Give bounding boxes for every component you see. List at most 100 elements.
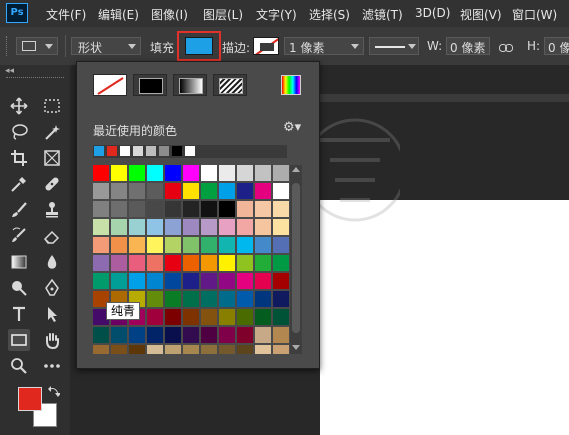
menu-3d[interactable]: 3D(D) [415,6,450,20]
color-swatch[interactable] [237,291,253,307]
gradient-tool-icon[interactable] [8,251,30,273]
color-swatch[interactable] [273,255,289,271]
color-swatch[interactable] [273,219,289,235]
color-swatch[interactable] [129,327,145,343]
color-swatch[interactable] [273,327,289,343]
color-swatch[interactable] [183,291,199,307]
color-swatch[interactable] [165,201,181,217]
recent-color-swatch[interactable] [159,146,169,156]
color-swatch[interactable] [219,183,235,199]
color-swatch[interactable] [219,327,235,343]
menu-layer[interactable]: 图层(L) [203,6,243,23]
color-swatch[interactable] [201,345,217,354]
color-swatch[interactable] [183,201,199,217]
color-swatch[interactable] [129,183,145,199]
color-swatch[interactable] [147,309,163,325]
color-swatch[interactable] [219,309,235,325]
fill-color-swatch[interactable] [185,37,213,55]
dodge-tool-icon[interactable] [8,277,30,299]
zoom-tool-icon[interactable] [8,355,30,377]
recent-color-swatch[interactable] [146,146,156,156]
color-swatch[interactable] [183,345,199,354]
color-swatch[interactable] [147,165,163,181]
hand-tool-icon[interactable] [41,329,63,351]
color-swatch[interactable] [273,309,289,325]
clone-stamp-tool-icon[interactable] [41,199,63,221]
color-swatch[interactable] [255,183,271,199]
color-swatch[interactable] [93,219,109,235]
color-swatch[interactable] [273,345,289,354]
height-input[interactable]: 0 像素 [544,37,569,55]
color-swatch[interactable] [165,309,181,325]
color-swatch[interactable] [111,165,127,181]
pattern-button[interactable] [213,74,247,96]
scroll-up-icon[interactable] [292,167,300,172]
color-swatch[interactable] [111,219,127,235]
color-swatch[interactable] [165,291,181,307]
color-swatch[interactable] [93,237,109,253]
swatch-scrollbar[interactable] [290,165,302,354]
color-swatch[interactable] [147,291,163,307]
shape-mode-select[interactable]: 形状 [71,37,141,55]
color-swatch[interactable] [183,165,199,181]
color-swatch[interactable] [219,237,235,253]
color-swatch[interactable] [183,237,199,253]
more-tools-icon[interactable] [41,355,63,377]
scroll-thumb[interactable] [292,183,300,333]
width-input[interactable]: 0 像素 [446,37,490,55]
color-swatch[interactable] [129,165,145,181]
color-swatch[interactable] [147,273,163,289]
color-swatch[interactable] [93,345,109,354]
color-swatch[interactable] [165,255,181,271]
color-swatch[interactable] [255,219,271,235]
color-swatch[interactable] [237,219,253,235]
menu-view[interactable]: 视图(V) [460,6,502,23]
color-swatch[interactable] [201,309,217,325]
color-swatch[interactable] [201,183,217,199]
color-swatch[interactable] [201,219,217,235]
color-swatch[interactable] [165,165,181,181]
color-swatch[interactable] [237,255,253,271]
color-swatch[interactable] [201,165,217,181]
color-swatch[interactable] [165,237,181,253]
color-swatch[interactable] [273,291,289,307]
color-swatch[interactable] [111,237,127,253]
color-swatch[interactable] [111,327,127,343]
stroke-type-select[interactable] [369,37,419,55]
menu-edit[interactable]: 编辑(E) [98,6,139,23]
color-swatch[interactable] [93,183,109,199]
color-swatch[interactable] [219,291,235,307]
color-swatch[interactable] [219,201,235,217]
color-swatch[interactable] [147,201,163,217]
color-swatch[interactable] [255,255,271,271]
stroke-width-select[interactable]: 1 像素 [284,37,364,55]
brush-tool-icon[interactable] [8,199,30,221]
recent-color-swatch[interactable] [172,146,182,156]
color-swatch[interactable] [237,309,253,325]
color-swatch[interactable] [255,237,271,253]
gradient-button[interactable] [173,74,207,96]
color-swatch[interactable] [201,273,217,289]
recent-color-swatch[interactable] [133,146,143,156]
color-swatch[interactable] [201,201,217,217]
color-swatch[interactable] [237,183,253,199]
menu-type[interactable]: 文字(Y) [256,6,297,23]
eyedropper-tool-icon[interactable] [8,173,30,195]
swap-colors-icon[interactable] [48,385,61,400]
color-swatch[interactable] [147,255,163,271]
color-swatch[interactable] [273,201,289,217]
color-swatch[interactable] [129,237,145,253]
color-swatch[interactable] [183,327,199,343]
color-swatch[interactable] [129,201,145,217]
scroll-down-icon[interactable] [292,345,300,350]
color-swatch[interactable] [93,273,109,289]
color-swatch[interactable] [183,255,199,271]
rectangle-tool-icon[interactable] [8,329,30,351]
menu-select[interactable]: 选择(S) [309,6,350,23]
color-swatch[interactable] [255,291,271,307]
color-swatch[interactable] [111,183,127,199]
color-swatch[interactable] [147,327,163,343]
stroke-color-swatch[interactable] [253,37,279,55]
recent-color-swatch[interactable] [185,146,195,156]
quick-selection-tool-icon[interactable] [41,121,63,143]
